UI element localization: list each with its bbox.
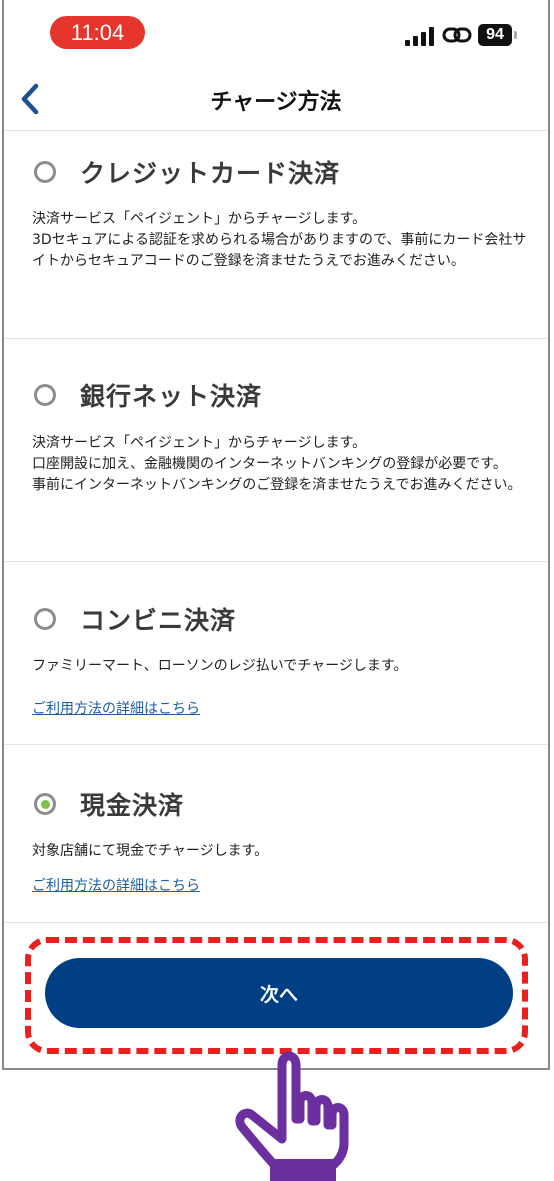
radio-bank-net[interactable]: 銀行ネット決済 [34, 377, 262, 413]
option-title: クレジットカード決済 [80, 159, 341, 188]
battery-icon: 94 [478, 24, 512, 46]
option-cash: 現金決済 対象店舗にて現金でチャージします。 ご利用方法の詳細はこちら [4, 745, 548, 923]
radio-button[interactable] [34, 161, 56, 183]
option-description: 決済サービス「ペイジェント」からチャージします。 3Dセキュアによる認証を求めら… [32, 211, 527, 269]
radio-convenience-store[interactable]: コンビニ決済 [34, 601, 236, 637]
option-title: 現金決済 [80, 791, 185, 820]
radio-button-selected[interactable] [34, 793, 56, 815]
option-credit-card: クレジットカード決済 決済サービス「ペイジェント」からチャージします。 3Dセキ… [4, 131, 548, 339]
nav-header: チャージ方法 [4, 70, 548, 131]
radio-credit-card[interactable]: クレジットカード決済 [34, 154, 340, 190]
status-bar: 11:04 94 [4, 0, 548, 70]
personal-hotspot-icon [442, 27, 472, 43]
option-description: 決済サービス「ペイジェント」からチャージします。 口座開設に加え、金融機関のイン… [32, 435, 522, 493]
status-time: 11:04 [50, 16, 145, 49]
pointing-hand-icon [235, 1051, 349, 1181]
option-bank-net: 銀行ネット決済 決済サービス「ペイジェント」からチャージします。 口座開設に加え… [4, 339, 548, 562]
radio-cash[interactable]: 現金決済 [34, 786, 184, 822]
radio-button[interactable] [34, 384, 56, 406]
option-description: 対象店舗にて現金でチャージします。 [32, 843, 269, 859]
option-title: コンビニ決済 [80, 606, 237, 635]
usage-details-link[interactable]: ご利用方法の詳細はこちら [32, 698, 200, 718]
radio-button[interactable] [34, 608, 56, 630]
option-description: ファミリーマート、ローソンのレジ払いでチャージします。 [32, 658, 408, 674]
battery-tip [514, 31, 517, 39]
signal-icon [405, 26, 435, 46]
usage-details-link[interactable]: ご利用方法の詳細はこちら [32, 875, 200, 895]
option-title: 銀行ネット決済 [80, 382, 263, 411]
option-convenience-store: コンビニ決済 ファミリーマート、ローソンのレジ払いでチャージします。 ご利用方法… [4, 562, 548, 745]
phone-screen: 11:04 94 チャージ方法 クレジットカード決済 決済サービス「ペイジェント… [2, 0, 550, 1070]
page-title: チャージ方法 [210, 90, 342, 115]
